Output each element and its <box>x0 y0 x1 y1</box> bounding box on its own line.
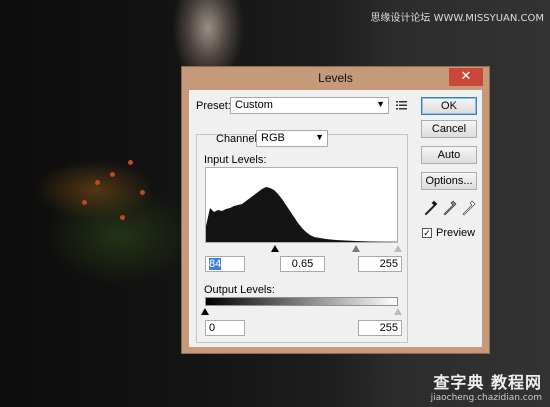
preview-label: Preview <box>436 227 476 239</box>
histogram-plot <box>206 187 397 242</box>
check-icon: ✓ <box>423 228 431 238</box>
chevron-down-icon: ▼ <box>315 132 324 142</box>
preset-menu-icon[interactable] <box>396 100 408 113</box>
levels-dialog: Levels ✕ Preset: Custom ▼ Channel: RGB ▼… <box>181 66 490 354</box>
input-black-slider[interactable] <box>271 245 279 252</box>
channel-value: RGB <box>261 132 285 144</box>
watermark-top: 思缘设计论坛 WWW.MISSYUAN.COM <box>370 13 544 24</box>
output-white-slider[interactable] <box>394 308 402 315</box>
input-black-value: 84 <box>209 258 222 270</box>
watermark-url: jiaocheng.chazidian.com <box>430 393 542 403</box>
input-gamma-slider[interactable] <box>352 245 360 252</box>
backdrop-flower <box>82 200 87 205</box>
input-gamma-field[interactable]: 0.65 <box>280 256 325 272</box>
input-white-slider[interactable] <box>394 245 402 252</box>
backdrop-flower <box>120 215 125 220</box>
input-levels-label: Input Levels: <box>204 154 267 166</box>
dialog-title: Levels <box>318 71 353 85</box>
preset-label: Preset: <box>196 100 231 112</box>
output-black-value: 0 <box>209 322 216 334</box>
preset-select[interactable]: Custom ▼ <box>230 97 389 114</box>
chevron-down-icon: ▼ <box>376 99 385 109</box>
auto-button[interactable]: Auto <box>421 146 477 164</box>
input-white-field[interactable]: 255 <box>358 256 402 272</box>
input-white-value: 255 <box>379 258 398 270</box>
output-gradient <box>205 297 398 306</box>
backdrop-flower <box>110 172 115 177</box>
preview-checkbox[interactable]: ✓ <box>422 228 432 238</box>
close-icon: ✕ <box>460 69 472 84</box>
dialog-body: Preset: Custom ▼ Channel: RGB ▼ Input Le… <box>189 90 482 347</box>
histogram <box>205 167 398 243</box>
close-button[interactable]: ✕ <box>449 68 483 86</box>
preset-value: Custom <box>235 99 273 111</box>
input-gamma-value: 0.65 <box>291 258 314 270</box>
black-point-eyedropper-icon[interactable] <box>424 200 438 216</box>
input-black-field[interactable]: 84 <box>205 256 245 272</box>
output-black-field[interactable]: 0 <box>205 320 245 336</box>
options-button[interactable]: Options... <box>421 172 477 190</box>
watermark-bottom: 查字典 教程网 jiaocheng.chazidian.com <box>431 369 542 403</box>
output-white-value: 255 <box>379 322 398 334</box>
watermark-brand: 查字典 教程网 <box>433 373 542 392</box>
channel-label: Channel: <box>216 133 261 145</box>
white-point-eyedropper-icon[interactable] <box>462 200 476 216</box>
backdrop-flower <box>95 180 100 185</box>
backdrop-flower <box>140 190 145 195</box>
backdrop-flower <box>128 160 133 165</box>
output-white-field[interactable]: 255 <box>358 320 402 336</box>
cancel-button[interactable]: Cancel <box>421 120 477 138</box>
output-levels-label: Output Levels: <box>204 284 275 296</box>
ok-button[interactable]: OK <box>421 97 477 115</box>
channel-select[interactable]: RGB ▼ <box>256 130 328 147</box>
output-black-slider[interactable] <box>201 308 209 315</box>
gray-point-eyedropper-icon[interactable] <box>443 200 457 216</box>
title-bar[interactable]: Levels ✕ <box>182 67 489 89</box>
